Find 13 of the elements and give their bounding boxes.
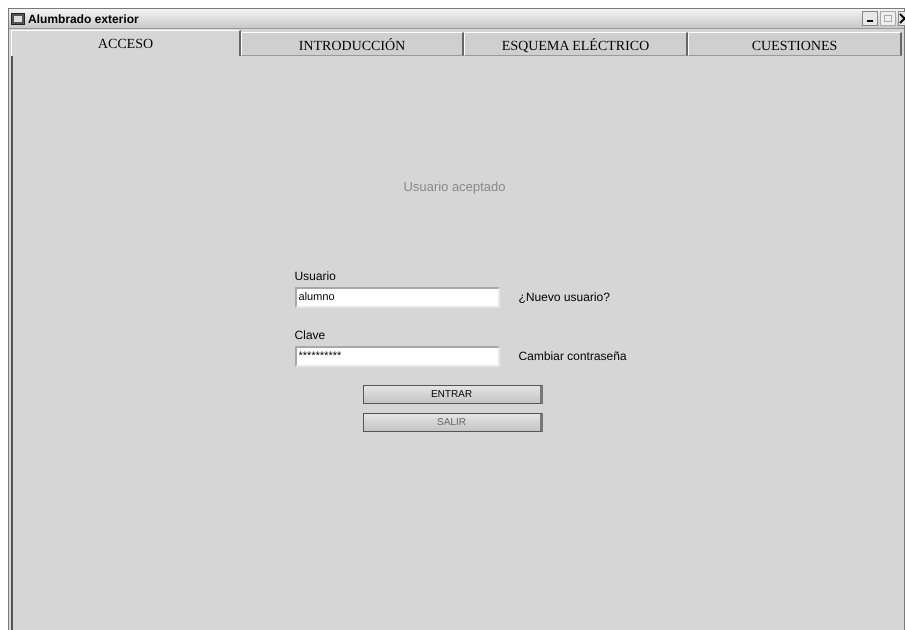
link[interactable]: ¿Nuevo usuario?	[518, 288, 610, 306]
field-label: Usuario	[294, 268, 337, 284]
tab[interactable]: ACCESO	[11, 30, 241, 56]
window-title: Alumbrado exterior	[28, 10, 139, 28]
tab[interactable]: INTRODUCCIÓN	[241, 32, 464, 56]
tab[interactable]: ESQUEMA ELÉCTRICO	[464, 32, 688, 56]
link[interactable]: Cambiar contraseña	[518, 347, 627, 365]
tab[interactable]: CUESTIONES	[688, 32, 902, 56]
field-label: Clave	[294, 326, 326, 344]
status-message: Usuario aceptado	[404, 178, 506, 196]
username-field[interactable]: alumno	[294, 286, 500, 308]
password-field[interactable]: **********	[294, 346, 500, 366]
button[interactable]: ENTRAR	[362, 384, 542, 404]
